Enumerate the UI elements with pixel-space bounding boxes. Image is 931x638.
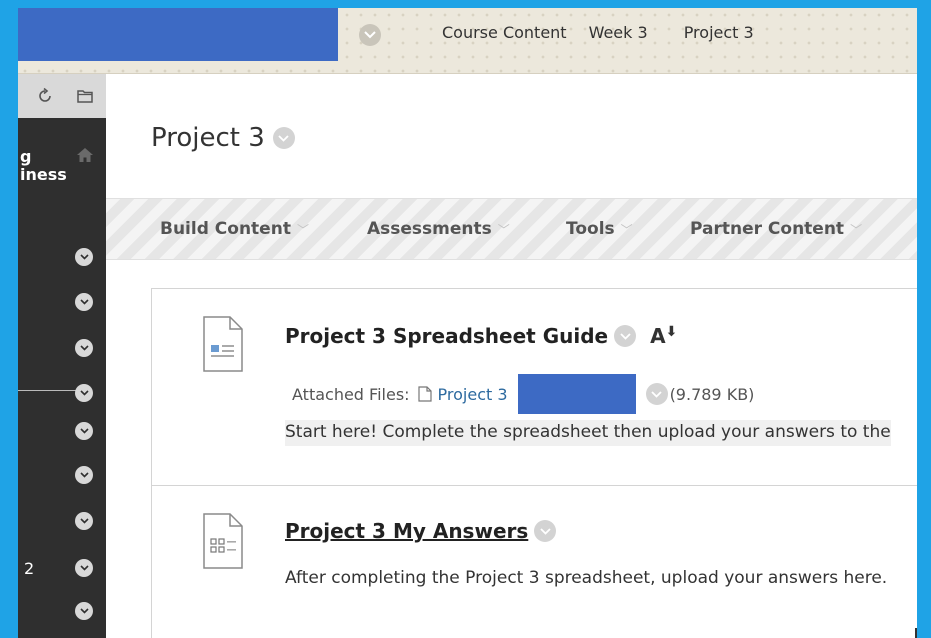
breadcrumb-project-3: Project 3 bbox=[683, 23, 754, 42]
sidebar-item-menu-toggle[interactable] bbox=[75, 339, 93, 357]
content-item: Project 3 Spreadsheet Guide A⬇ Attached … bbox=[152, 289, 917, 485]
build-content-menu[interactable]: Build Content ﹀ bbox=[160, 219, 309, 239]
breadcrumb: Course Content Week 3 Project 3 bbox=[442, 23, 754, 42]
chevron-down-icon bbox=[619, 332, 631, 340]
sidebar-item-menu-toggle[interactable] bbox=[75, 466, 93, 484]
home-icon[interactable] bbox=[76, 146, 94, 164]
chevron-down-icon bbox=[79, 390, 89, 396]
chevron-down-icon: ﹀ bbox=[850, 222, 863, 237]
sidebar-item-menu-toggle[interactable] bbox=[75, 422, 93, 440]
item-description: After completing the Project 3 spreadshe… bbox=[285, 568, 888, 588]
breadcrumb-menu-toggle[interactable] bbox=[359, 24, 381, 46]
page-title-text: Project 3 bbox=[151, 123, 265, 153]
partner-content-menu[interactable]: Partner Content ﹀ bbox=[690, 219, 862, 239]
item-menu-toggle[interactable] bbox=[614, 325, 637, 347]
text-to-speech-icon[interactable]: A⬇ bbox=[650, 324, 677, 348]
item-description: Start here! Complete the spreadsheet the… bbox=[285, 420, 891, 446]
course-name-redacted bbox=[18, 8, 338, 61]
sidebar-item-menu-toggle[interactable] bbox=[75, 384, 93, 402]
sidebar-item-menu-toggle[interactable] bbox=[75, 248, 93, 266]
refresh-icon[interactable] bbox=[36, 87, 54, 105]
item-title: Project 3 Spreadsheet Guide A⬇ bbox=[285, 324, 678, 348]
sidebar-item-menu-toggle[interactable] bbox=[75, 293, 93, 311]
sidebar-item-menu-toggle[interactable] bbox=[75, 559, 93, 577]
file-menu-toggle[interactable] bbox=[645, 383, 668, 405]
chevron-down-icon: ﹀ bbox=[620, 222, 633, 237]
chevron-down-icon bbox=[364, 31, 376, 39]
chevron-down-icon bbox=[79, 299, 89, 305]
chevron-down-icon bbox=[278, 134, 289, 142]
page-title-menu-toggle[interactable] bbox=[272, 127, 295, 149]
attached-files: Attached Files: Project 3 (9.789 KB) bbox=[292, 374, 754, 414]
scroll-edge bbox=[915, 628, 917, 638]
folder-icon[interactable] bbox=[76, 87, 94, 105]
file-size: (9.789 KB) bbox=[669, 384, 755, 404]
file-name-redacted bbox=[517, 374, 636, 414]
item-title-link[interactable]: Project 3 My Answers bbox=[285, 519, 557, 543]
chevron-down-icon bbox=[79, 472, 89, 478]
course-menu-title[interactable]: g iness bbox=[20, 148, 67, 184]
assignment-icon bbox=[203, 513, 243, 569]
document-icon bbox=[203, 316, 243, 372]
course-menu-sidebar: g iness 2 bbox=[18, 118, 106, 638]
attached-file-link[interactable]: Project 3 bbox=[417, 385, 508, 404]
sidebar-divider bbox=[18, 390, 78, 391]
sidebar-item-number: 2 bbox=[24, 559, 35, 578]
item-menu-toggle[interactable] bbox=[534, 520, 557, 542]
chevron-down-icon bbox=[79, 345, 89, 351]
sidebar-item-menu-toggle[interactable] bbox=[75, 512, 93, 530]
chevron-down-icon bbox=[79, 518, 89, 524]
content-item: Project 3 My Answers After completing th… bbox=[152, 485, 917, 638]
content-list: Project 3 Spreadsheet Guide A⬇ Attached … bbox=[151, 288, 917, 638]
breadcrumb-bar: Course Content Week 3 Project 3 bbox=[18, 8, 917, 74]
file-icon bbox=[417, 386, 432, 402]
assessments-menu[interactable]: Assessments ﹀ bbox=[367, 219, 510, 239]
chevron-down-icon bbox=[651, 390, 662, 398]
action-bar: Build Content ﹀ Assessments ﹀ Tools ﹀ Partn… bbox=[106, 198, 917, 260]
chevron-down-icon bbox=[79, 565, 89, 571]
tools-menu[interactable]: Tools ﹀ bbox=[566, 219, 633, 239]
menu-tools bbox=[18, 74, 106, 118]
chevron-down-icon bbox=[79, 608, 89, 614]
chevron-down-icon: ﹀ bbox=[497, 222, 510, 237]
app-frame: Course Content Week 3 Project 3 g iness bbox=[18, 8, 917, 638]
chevron-down-icon bbox=[79, 428, 89, 434]
breadcrumb-week-3[interactable]: Week 3 bbox=[589, 23, 648, 42]
chevron-down-icon bbox=[540, 527, 551, 535]
chevron-down-icon bbox=[79, 254, 89, 260]
chevron-down-icon: ﹀ bbox=[296, 222, 309, 237]
sidebar-item-menu-toggle[interactable] bbox=[75, 602, 93, 620]
breadcrumb-course-content[interactable]: Course Content bbox=[442, 23, 567, 42]
page-title: Project 3 bbox=[151, 123, 295, 153]
